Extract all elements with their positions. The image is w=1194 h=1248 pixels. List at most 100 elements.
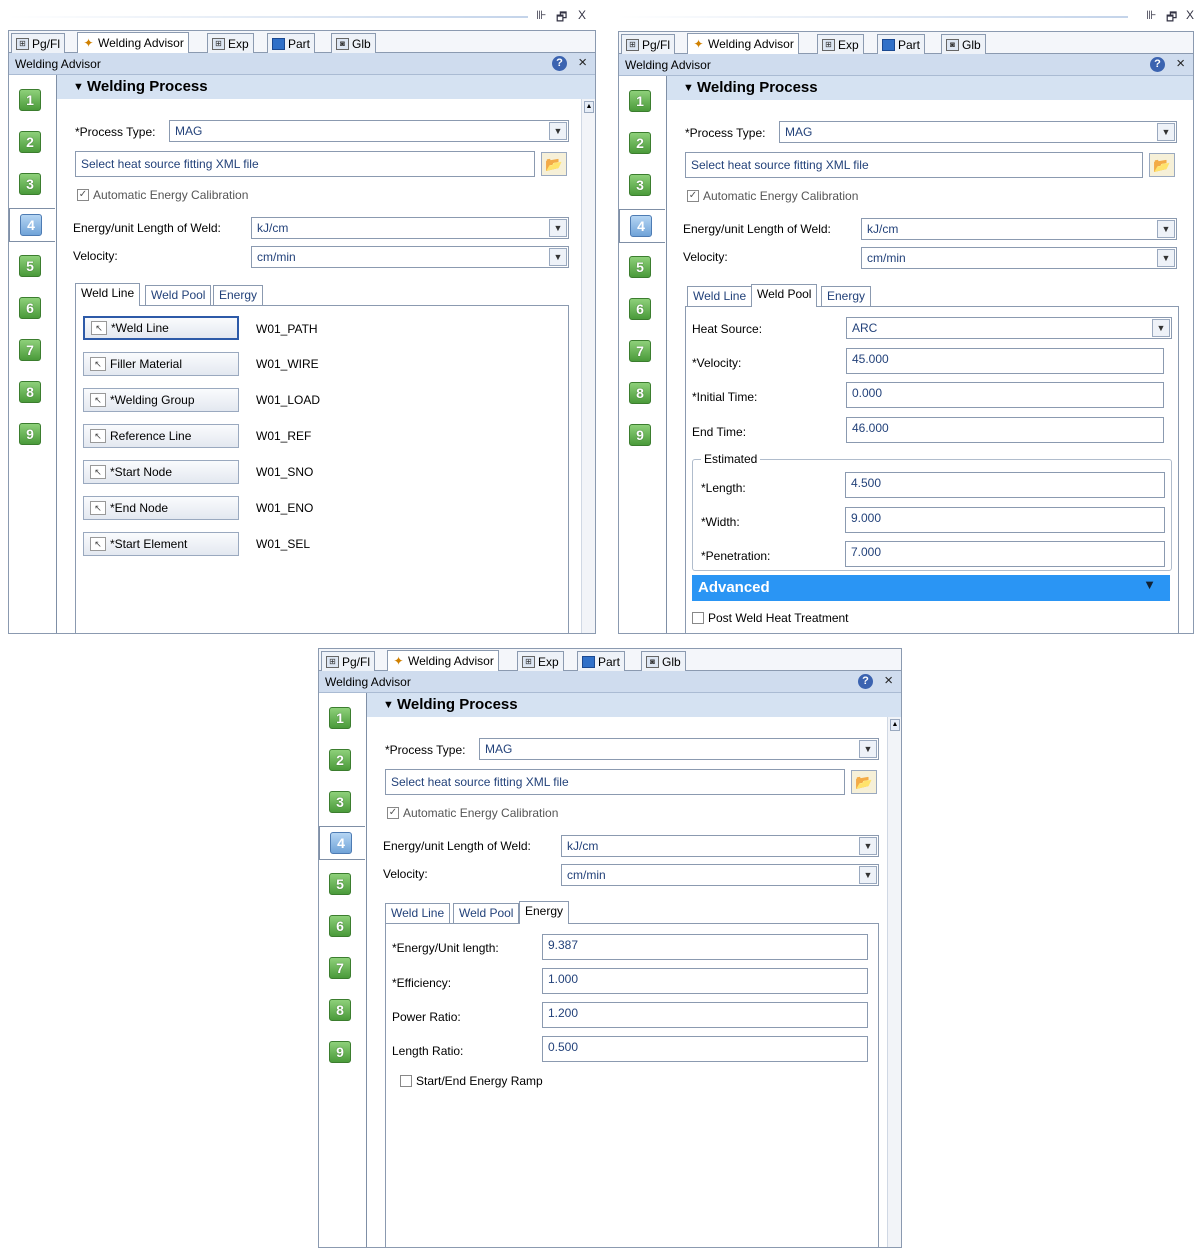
step-2[interactable]: 2: [629, 132, 651, 154]
restore-icon[interactable]: 🗗: [556, 8, 567, 29]
step-1[interactable]: 1: [629, 90, 651, 112]
velocity-unit-select[interactable]: cm/min ▼: [861, 247, 1177, 269]
xml-file-input[interactable]: Select heat source fitting XML file: [385, 769, 845, 795]
pin-icon[interactable]: ⊪: [536, 8, 546, 22]
auto-calibration-checkbox[interactable]: ✓ Automatic Energy Calibration: [387, 806, 558, 820]
efficiency-input[interactable]: 1.000: [542, 968, 868, 994]
folder-open-icon[interactable]: 📂: [851, 770, 877, 794]
process-type-select[interactable]: MAG ▼: [479, 738, 879, 760]
folder-open-icon[interactable]: 📂: [1149, 153, 1175, 177]
step-2[interactable]: 2: [329, 749, 351, 771]
scrollbar[interactable]: ▲: [887, 717, 901, 1247]
welding-group-button[interactable]: ↖ *Welding Group: [83, 388, 239, 412]
tab-weld-line[interactable]: Weld Line: [75, 283, 141, 306]
energy-unit-select[interactable]: kJ/cm ▼: [251, 217, 569, 239]
step-4[interactable]: 4: [9, 208, 55, 242]
tab-glb[interactable]: ◙ Glb: [641, 651, 686, 671]
step-3[interactable]: 3: [629, 174, 651, 196]
tab-pgfl[interactable]: ⊞ Pg/Fl: [321, 651, 376, 671]
xml-file-input[interactable]: Select heat source fitting XML file: [75, 151, 535, 177]
scroll-up-icon[interactable]: ▲: [890, 719, 900, 731]
heat-source-select[interactable]: ARC ▼: [846, 317, 1172, 339]
scroll-up-icon[interactable]: ▲: [584, 101, 594, 113]
scrollbar[interactable]: ▲: [581, 99, 595, 633]
tab-exp[interactable]: ⊞ Exp: [817, 34, 864, 54]
process-type-select[interactable]: MAG ▼: [779, 121, 1177, 143]
length-ratio-input[interactable]: 0.500: [542, 1036, 868, 1062]
energy-unit-select[interactable]: kJ/cm ▼: [861, 218, 1177, 240]
start-node-button[interactable]: ↖ *Start Node: [83, 460, 239, 484]
step-5[interactable]: 5: [329, 873, 351, 895]
close-icon[interactable]: ×: [578, 54, 587, 71]
tab-glb[interactable]: ◙ Glb: [941, 34, 986, 54]
section-welding-process[interactable]: Welding Process: [667, 76, 1193, 100]
auto-calibration-checkbox[interactable]: ✓ Automatic Energy Calibration: [77, 188, 248, 202]
tab-energy[interactable]: Energy: [213, 285, 264, 305]
step-1[interactable]: 1: [19, 89, 41, 111]
step-9[interactable]: 9: [629, 424, 651, 446]
tab-pgfl[interactable]: ⊞ Pg/Fl: [621, 34, 676, 54]
tab-weld-line[interactable]: Weld Line: [385, 903, 451, 923]
close-icon[interactable]: X: [578, 8, 586, 22]
auto-calibration-checkbox[interactable]: ✓ Automatic Energy Calibration: [687, 189, 858, 203]
process-type-select[interactable]: MAG ▼: [169, 120, 569, 142]
step-7[interactable]: 7: [19, 339, 41, 361]
tab-part[interactable]: Part: [267, 33, 316, 53]
restore-icon[interactable]: 🗗: [1166, 8, 1177, 29]
xml-file-input[interactable]: Select heat source fitting XML file: [685, 152, 1143, 178]
step-8[interactable]: 8: [329, 999, 351, 1021]
tab-energy[interactable]: Energy: [519, 901, 570, 924]
tab-glb[interactable]: ◙ Glb: [331, 33, 376, 53]
initial-time-input[interactable]: 0.000: [846, 382, 1164, 408]
power-ratio-input[interactable]: 1.200: [542, 1002, 868, 1028]
filler-material-button[interactable]: ↖ Filler Material: [83, 352, 239, 376]
penetration-input[interactable]: 7.000: [845, 541, 1165, 567]
tab-exp[interactable]: ⊞ Exp: [517, 651, 564, 671]
start-element-button[interactable]: ↖ *Start Element: [83, 532, 239, 556]
step-4[interactable]: 4: [319, 826, 365, 860]
velocity-input[interactable]: 45.000: [846, 348, 1164, 374]
close-icon[interactable]: X: [1186, 8, 1194, 22]
tab-part[interactable]: Part: [577, 651, 626, 671]
help-icon[interactable]: ?: [1150, 57, 1165, 72]
folder-open-icon[interactable]: 📂: [541, 152, 567, 176]
tab-welding-advisor[interactable]: ✦ Welding Advisor: [687, 33, 799, 54]
energy-unit-select[interactable]: kJ/cm ▼: [561, 835, 879, 857]
step-7[interactable]: 7: [329, 957, 351, 979]
end-node-button[interactable]: ↖ *End Node: [83, 496, 239, 520]
step-6[interactable]: 6: [629, 298, 651, 320]
help-icon[interactable]: ?: [858, 674, 873, 689]
close-icon[interactable]: ×: [884, 672, 893, 689]
tab-exp[interactable]: ⊞ Exp: [207, 33, 254, 53]
step-2[interactable]: 2: [19, 131, 41, 153]
length-input[interactable]: 4.500: [845, 472, 1165, 498]
step-3[interactable]: 3: [329, 791, 351, 813]
tab-weld-line[interactable]: Weld Line: [687, 286, 753, 306]
step-1[interactable]: 1: [329, 707, 351, 729]
step-3[interactable]: 3: [19, 173, 41, 195]
tab-welding-advisor[interactable]: ✦ Welding Advisor: [77, 32, 189, 53]
pin-icon[interactable]: ⊪: [1146, 8, 1156, 22]
help-icon[interactable]: ?: [552, 56, 567, 71]
tab-weld-pool[interactable]: Weld Pool: [145, 285, 212, 305]
end-time-input[interactable]: 46.000: [846, 417, 1164, 443]
velocity-unit-select[interactable]: cm/min ▼: [251, 246, 569, 268]
weld-line-button[interactable]: ↖ *Weld Line: [83, 316, 239, 340]
tab-weld-pool[interactable]: Weld Pool: [751, 284, 818, 307]
step-9[interactable]: 9: [329, 1041, 351, 1063]
advanced-section[interactable]: Advanced ▼: [692, 575, 1170, 601]
tab-part[interactable]: Part: [877, 34, 926, 54]
pwht-checkbox[interactable]: Post Weld Heat Treatment: [692, 611, 849, 625]
section-welding-process[interactable]: Welding Process: [367, 693, 901, 717]
step-4[interactable]: 4: [619, 209, 665, 243]
close-icon[interactable]: ×: [1176, 55, 1185, 72]
tab-pgfl[interactable]: ⊞ Pg/Fl: [11, 33, 66, 53]
tab-welding-advisor[interactable]: ✦ Welding Advisor: [387, 650, 499, 671]
reference-line-button[interactable]: ↖ Reference Line: [83, 424, 239, 448]
step-5[interactable]: 5: [19, 255, 41, 277]
tab-weld-pool[interactable]: Weld Pool: [453, 903, 520, 923]
step-8[interactable]: 8: [629, 382, 651, 404]
section-welding-process[interactable]: Welding Process: [57, 75, 595, 99]
velocity-unit-select[interactable]: cm/min ▼: [561, 864, 879, 886]
tab-energy[interactable]: Energy: [821, 286, 872, 306]
